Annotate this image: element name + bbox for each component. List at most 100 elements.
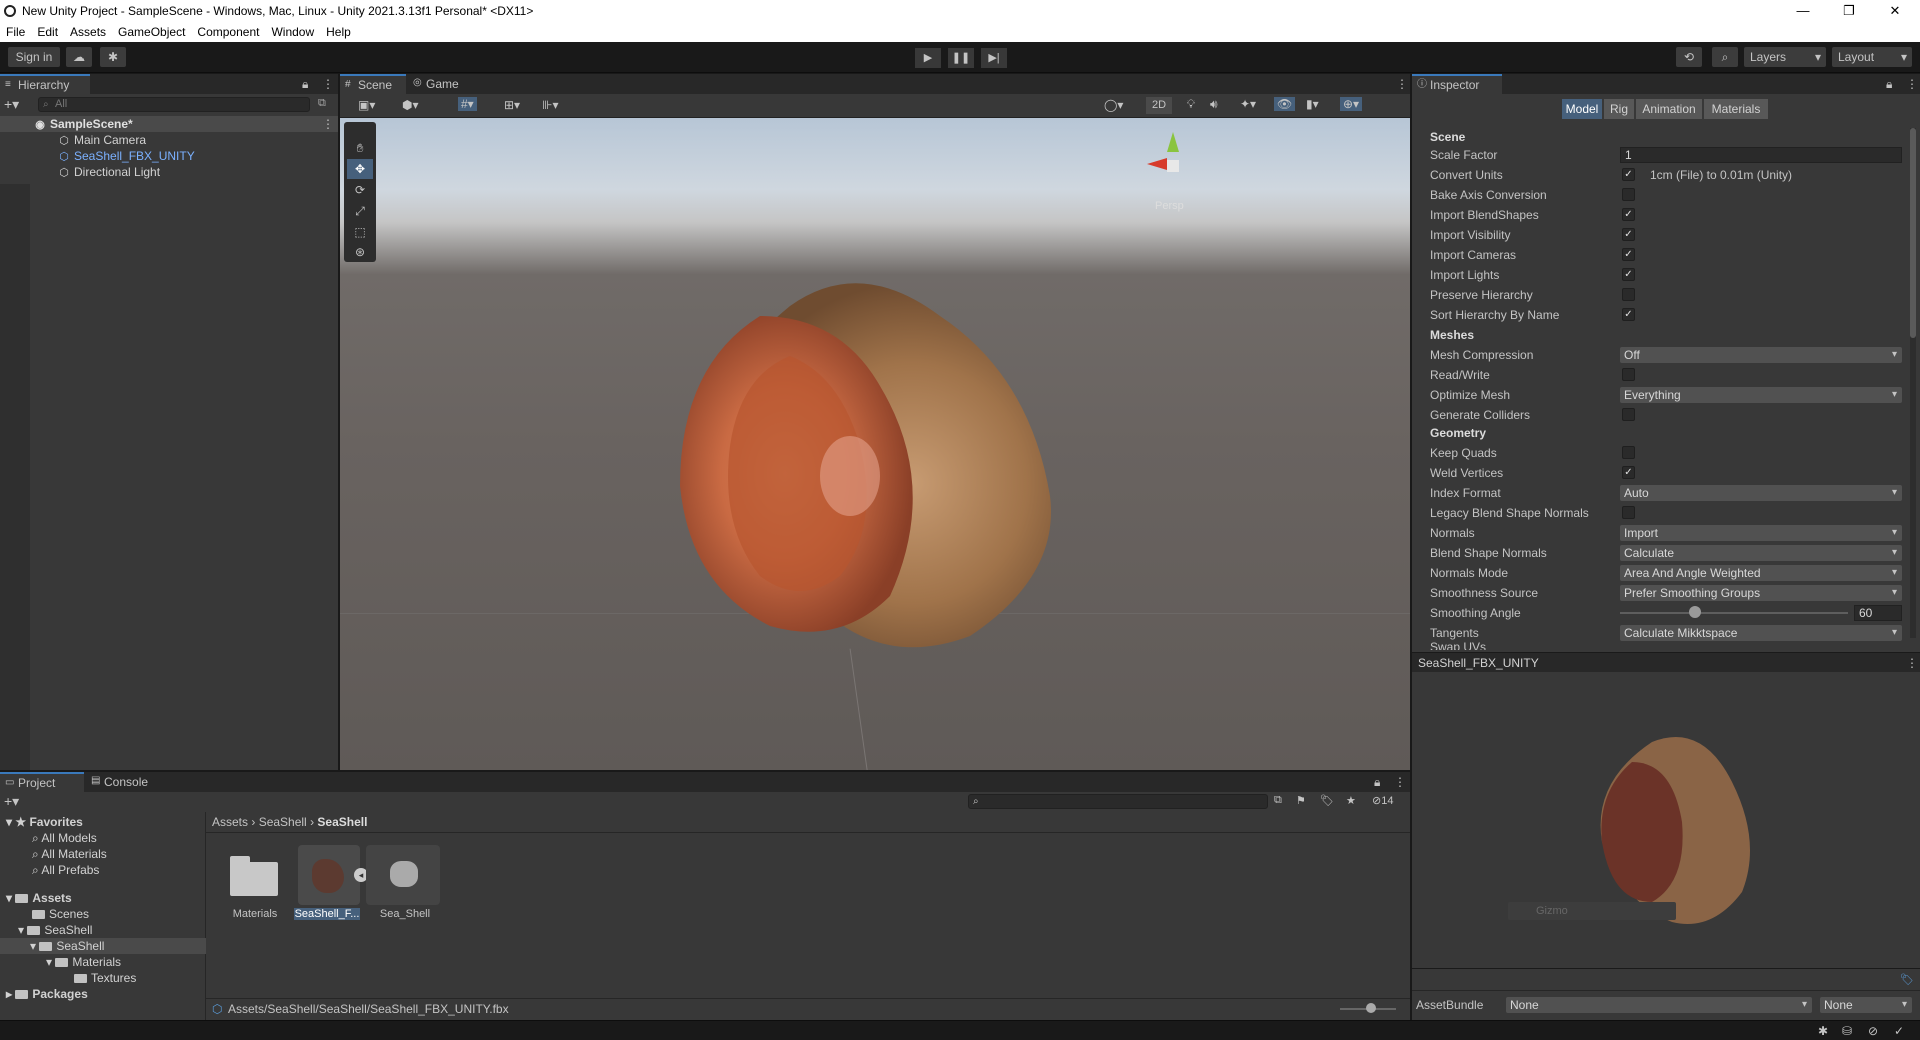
orientation-gizmo[interactable]: Persp	[1135, 128, 1205, 228]
more-icon[interactable]: ⋮	[1906, 77, 1918, 91]
favorite-all-prefabs[interactable]: ⌕ All Prefabs	[32, 862, 99, 878]
debug-icon[interactable]: ⊘	[1868, 1024, 1878, 1038]
tab-rig[interactable]: Rig	[1604, 99, 1634, 119]
generate-colliders-checkbox[interactable]	[1622, 408, 1635, 421]
hand-tool-icon[interactable]: ✋︎	[347, 138, 373, 158]
tab-hierarchy[interactable]: ≡ Hierarchy	[0, 74, 90, 94]
pause-button[interactable]: ❚❚	[948, 48, 974, 68]
increment-snap-icon[interactable]: ⊪▾	[542, 98, 558, 112]
optimize-mesh-dropdown[interactable]: Everything	[1620, 387, 1902, 403]
scale-factor-input[interactable]: 1	[1620, 147, 1902, 163]
preserve-hierarchy-checkbox[interactable]	[1622, 288, 1635, 301]
more-icon[interactable]: ⋮	[1394, 775, 1406, 789]
tab-inspector[interactable]: ⓘ Inspector	[1412, 74, 1502, 94]
tag-icon[interactable]: 🏷︎	[1320, 794, 1334, 807]
menu-gameobject[interactable]: GameObject	[112, 25, 191, 39]
add-object-button[interactable]: +▾	[4, 96, 30, 112]
lock-icon[interactable]: 🔒︎	[302, 77, 308, 92]
assets-folder[interactable]: ▾ Assets	[6, 890, 72, 906]
assetbundle-dropdown[interactable]: None	[1506, 997, 1812, 1013]
hidden-count-label[interactable]: ⊘14	[1372, 794, 1393, 807]
layout-dropdown[interactable]: Layout ▾	[1832, 47, 1912, 67]
step-button[interactable]: ▶|	[981, 48, 1007, 68]
menu-edit[interactable]: Edit	[31, 25, 64, 39]
breadcrumb-item[interactable]: SeaShell	[259, 815, 307, 829]
maximize-button[interactable]: ❐	[1826, 0, 1872, 22]
effects-icon[interactable]: ✦▾	[1240, 97, 1256, 111]
create-asset-button[interactable]: +▾	[4, 792, 30, 810]
bake-axis-checkbox[interactable]	[1622, 188, 1635, 201]
play-button[interactable]: ▶	[915, 48, 941, 68]
hierarchy-search-input[interactable]: ⌕ All	[38, 97, 310, 112]
smoothing-angle-slider[interactable]	[1620, 612, 1848, 614]
bug-icon[interactable]: ✱	[1818, 1024, 1828, 1038]
legacy-blend-checkbox[interactable]	[1622, 506, 1635, 519]
gizmos-icon[interactable]: ⊕▾	[1340, 97, 1363, 111]
materials-folder-thumbnail[interactable]	[228, 852, 280, 896]
sign-in-button[interactable]: Sign in	[8, 47, 60, 67]
preview-menu-icon[interactable]: ⋮	[1906, 656, 1918, 670]
import-cameras-checkbox[interactable]: ✓	[1622, 248, 1635, 261]
index-format-dropdown[interactable]: Auto	[1620, 485, 1902, 501]
folder-seashell[interactable]: ▾ SeaShell	[18, 922, 92, 938]
scale-tool-icon[interactable]: ⤢	[347, 201, 373, 221]
menu-file[interactable]: File	[0, 25, 31, 39]
search-by-label-icon[interactable]: ⚑	[1296, 794, 1306, 807]
search-icon[interactable]: ⌕	[1712, 47, 1738, 67]
lighting-icon[interactable]: 💡︎	[1180, 97, 1202, 112]
tab-game[interactable]: ◎ Game	[408, 74, 468, 94]
shading-mode-icon[interactable]: ◯▾	[1104, 98, 1123, 112]
hierarchy-item-main-camera[interactable]: ⬡ Main Camera	[58, 132, 146, 148]
grid-visibility-icon[interactable]: ⊞▾	[504, 98, 520, 112]
normals-dropdown[interactable]: Import	[1620, 525, 1902, 541]
import-lights-checkbox[interactable]: ✓	[1622, 268, 1635, 281]
mesh-compression-dropdown[interactable]: Off	[1620, 347, 1902, 363]
menu-component[interactable]: Component	[191, 25, 265, 39]
tab-animation[interactable]: Animation	[1636, 99, 1702, 119]
tangents-dropdown[interactable]: Calculate Mikktspace	[1620, 625, 1902, 641]
seashell-fbx-thumbnail[interactable]	[298, 845, 360, 905]
favorite-all-models[interactable]: ⌕ All Models	[32, 830, 97, 846]
menu-window[interactable]: Window	[265, 25, 320, 39]
rotate-tool-icon[interactable]: ⟳	[347, 180, 373, 200]
layers-dropdown[interactable]: Layers ▾	[1744, 47, 1826, 67]
assetbundle-variant-dropdown[interactable]: None	[1820, 997, 1912, 1013]
blend-normals-dropdown[interactable]: Calculate	[1620, 545, 1902, 561]
scene-viewport[interactable]: Persp	[340, 118, 1410, 770]
lock-icon[interactable]: 🔒︎	[1886, 77, 1892, 92]
collab-icon[interactable]: ✱	[100, 47, 126, 67]
scene-row[interactable]: ◉ SampleScene* ⋮	[0, 116, 338, 132]
preview-area[interactable]: Gizmo	[1412, 672, 1920, 968]
hierarchy-item-directional-light[interactable]: ⬡ Directional Light	[58, 164, 160, 180]
tab-console[interactable]: ▤ Console	[86, 772, 166, 792]
sea-shell-thumbnail[interactable]	[366, 845, 440, 905]
folder-textures[interactable]: Textures	[74, 970, 136, 986]
menu-assets[interactable]: Assets	[64, 25, 112, 39]
favorite-all-materials[interactable]: ⌕ All Materials	[32, 846, 107, 862]
render-mode-icon[interactable]: ⬢▾	[402, 98, 419, 112]
breadcrumb-current[interactable]: SeaShell	[317, 815, 367, 829]
tab-project[interactable]: ▭ Project	[0, 772, 84, 792]
read-write-checkbox[interactable]	[1622, 368, 1635, 381]
smoothness-source-dropdown[interactable]: Prefer Smoothing Groups	[1620, 585, 1902, 601]
project-search-input[interactable]: ⌕	[968, 794, 1268, 809]
menu-help[interactable]: Help	[320, 25, 357, 39]
import-visibility-checkbox[interactable]: ✓	[1622, 228, 1635, 241]
weld-vertices-checkbox[interactable]: ✓	[1622, 466, 1635, 479]
move-tool-icon[interactable]: ✥	[347, 159, 373, 179]
draw-mode-icon[interactable]: ▣▾	[358, 98, 375, 112]
breadcrumb-item[interactable]: Assets	[212, 815, 248, 829]
icon-size-thumb[interactable]	[1366, 1003, 1376, 1013]
history-icon[interactable]: ⟲	[1676, 47, 1702, 67]
folder-scenes[interactable]: Scenes	[32, 906, 89, 922]
normals-mode-dropdown[interactable]: Area And Angle Weighted	[1620, 565, 1902, 581]
tab-scene[interactable]: # Scene	[340, 74, 406, 94]
rect-tool-icon[interactable]: ⬚	[347, 222, 373, 242]
favorites-header[interactable]: ▾ ★ Favorites	[6, 814, 83, 830]
grid-snap-icon[interactable]: #▾	[458, 97, 477, 111]
toggle-2d-button[interactable]: 2D	[1146, 97, 1172, 114]
folder-materials[interactable]: ▾ Materials	[46, 954, 121, 970]
tab-materials[interactable]: Materials	[1704, 99, 1768, 119]
packages-folder[interactable]: ▸ Packages	[6, 986, 88, 1002]
more-icon[interactable]: ⋮	[1396, 77, 1408, 91]
